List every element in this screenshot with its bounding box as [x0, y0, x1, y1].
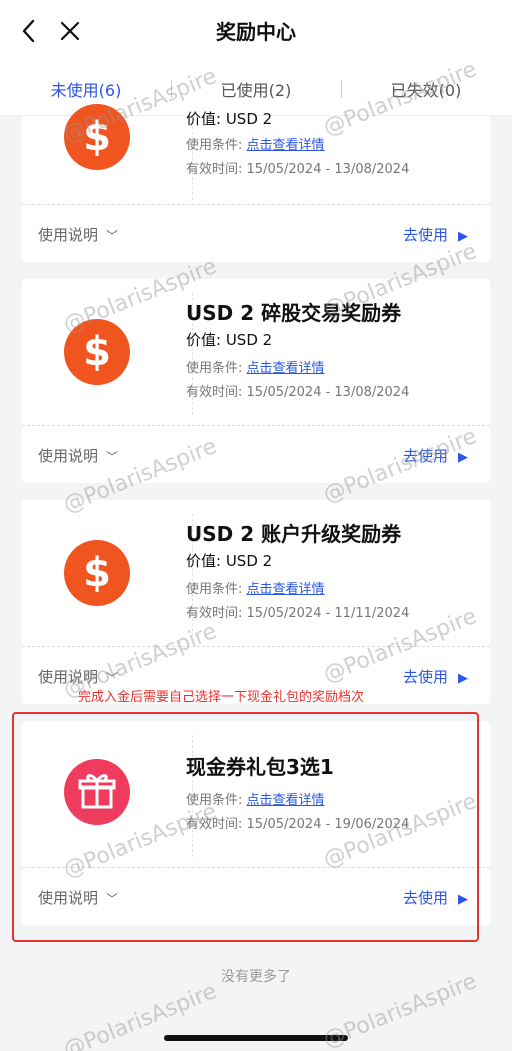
- condition-label: 使用条件:: [186, 582, 243, 597]
- play-icon: ▶: [458, 229, 468, 244]
- condition-label: 使用条件:: [186, 793, 243, 808]
- coupon-value: 价值: USD 2: [186, 552, 273, 570]
- use-button[interactable]: 去使用 ▶: [403, 445, 468, 466]
- validity-range: 15/05/2024 - 13/08/2024: [246, 385, 410, 400]
- coupon-validity: 有效时间: 15/05/2024 - 19/06/2024: [186, 813, 409, 832]
- coupon-title: 现金券礼包3选1: [186, 755, 334, 779]
- coupon-title: USD 2 碎股交易奖励券: [186, 301, 402, 325]
- coupon-validity: 有效时间: 15/05/2024 - 13/08/2024: [186, 381, 409, 400]
- svg-text:$: $: [83, 550, 111, 596]
- coupon-value: 价值: USD 2: [186, 110, 273, 128]
- coupon-card: $ USD 2 账户升级奖励券 价值: USD 2 使用条件: 点击查看详情 有…: [22, 500, 490, 704]
- chevron-down-icon: ﹀: [106, 450, 119, 464]
- usage-instructions-toggle[interactable]: 使用说明 ﹀: [38, 666, 118, 687]
- chevron-down-icon: ﹀: [106, 892, 119, 906]
- validity-range: 15/05/2024 - 11/11/2024: [246, 606, 410, 621]
- page-title: 奖励中心: [216, 20, 296, 44]
- card-divider: [22, 867, 490, 868]
- tab-expired[interactable]: 已失效(0): [341, 77, 511, 101]
- play-icon: ▶: [458, 450, 468, 465]
- usage-label: 使用说明: [38, 889, 99, 907]
- coupon-title: USD 2 账户升级奖励券: [186, 522, 402, 546]
- no-more-text: 没有更多了: [221, 969, 291, 985]
- dollar-coin-icon: $: [64, 319, 130, 385]
- details-link[interactable]: 点击查看详情: [247, 138, 325, 153]
- coupon-card: $ USD 2 碎股交易奖励券 价值: USD 2 使用条件: 点击查看详情 有…: [22, 279, 490, 483]
- play-icon: ▶: [458, 671, 468, 686]
- validity-label: 有效时间:: [186, 606, 243, 621]
- coupon-validity: 有效时间: 15/05/2024 - 11/11/2024: [186, 602, 409, 621]
- use-label: 去使用: [402, 668, 448, 686]
- use-button[interactable]: 去使用 ▶: [403, 666, 468, 687]
- usage-instructions-toggle[interactable]: 使用说明 ﹀: [38, 887, 118, 908]
- use-label: 去使用: [402, 889, 448, 907]
- dollar-coin-icon: $: [64, 540, 130, 606]
- condition-label: 使用条件:: [186, 361, 243, 376]
- coupon-condition: 使用条件: 点击查看详情: [186, 578, 325, 597]
- use-label: 去使用: [402, 226, 448, 244]
- validity-label: 有效时间:: [186, 385, 243, 400]
- coupon-validity: 有效时间: 15/05/2024 - 13/08/2024: [186, 158, 409, 177]
- coupon-card: 现金券礼包3选1 使用条件: 点击查看详情 有效时间: 15/05/2024 -…: [22, 721, 490, 925]
- coupon-value: 价值: USD 2: [186, 331, 273, 349]
- svg-text:$: $: [83, 329, 111, 375]
- card-divider: [22, 425, 490, 426]
- tab-used[interactable]: 已使用(2): [171, 77, 341, 101]
- usage-instructions-toggle[interactable]: 使用说明 ﹀: [38, 445, 118, 466]
- condition-label: 使用条件:: [186, 138, 243, 153]
- validity-range: 15/05/2024 - 13/08/2024: [246, 162, 410, 177]
- chevron-down-icon: ﹀: [106, 671, 119, 685]
- play-icon: ▶: [458, 892, 468, 907]
- usage-instructions-toggle[interactable]: 使用说明 ﹀: [38, 224, 118, 245]
- validity-label: 有效时间:: [186, 817, 243, 832]
- tab-unused[interactable]: 未使用(6): [1, 77, 171, 101]
- card-divider: [22, 204, 490, 205]
- annotation-text: 完成入金后需要自己选择一下现金礼包的奖励档次: [78, 690, 365, 705]
- coupon-condition: 使用条件: 点击查看详情: [186, 134, 325, 153]
- chevron-down-icon: ﹀: [106, 229, 119, 243]
- usage-label: 使用说明: [38, 668, 99, 686]
- coupon-condition: 使用条件: 点击查看详情: [186, 357, 325, 376]
- home-indicator: [164, 1035, 348, 1041]
- gift-icon: [64, 759, 130, 825]
- details-link[interactable]: 点击查看详情: [247, 582, 325, 597]
- nav-bar: 奖励中心: [0, 0, 512, 62]
- validity-range: 15/05/2024 - 19/06/2024: [246, 817, 410, 832]
- coupon-condition: 使用条件: 点击查看详情: [186, 789, 325, 808]
- coupon-card: $ 价值: USD 2 使用条件: 点击查看详情 有效时间: 15/05/202…: [22, 104, 490, 262]
- use-button[interactable]: 去使用 ▶: [403, 887, 468, 908]
- details-link[interactable]: 点击查看详情: [247, 793, 325, 808]
- use-button[interactable]: 去使用 ▶: [403, 224, 468, 245]
- details-link[interactable]: 点击查看详情: [247, 361, 325, 376]
- usage-label: 使用说明: [38, 226, 99, 244]
- card-divider: [22, 646, 490, 647]
- use-label: 去使用: [402, 447, 448, 465]
- validity-label: 有效时间:: [186, 162, 243, 177]
- svg-text:$: $: [83, 114, 111, 160]
- usage-label: 使用说明: [38, 447, 99, 465]
- dollar-coin-icon: $: [64, 104, 130, 170]
